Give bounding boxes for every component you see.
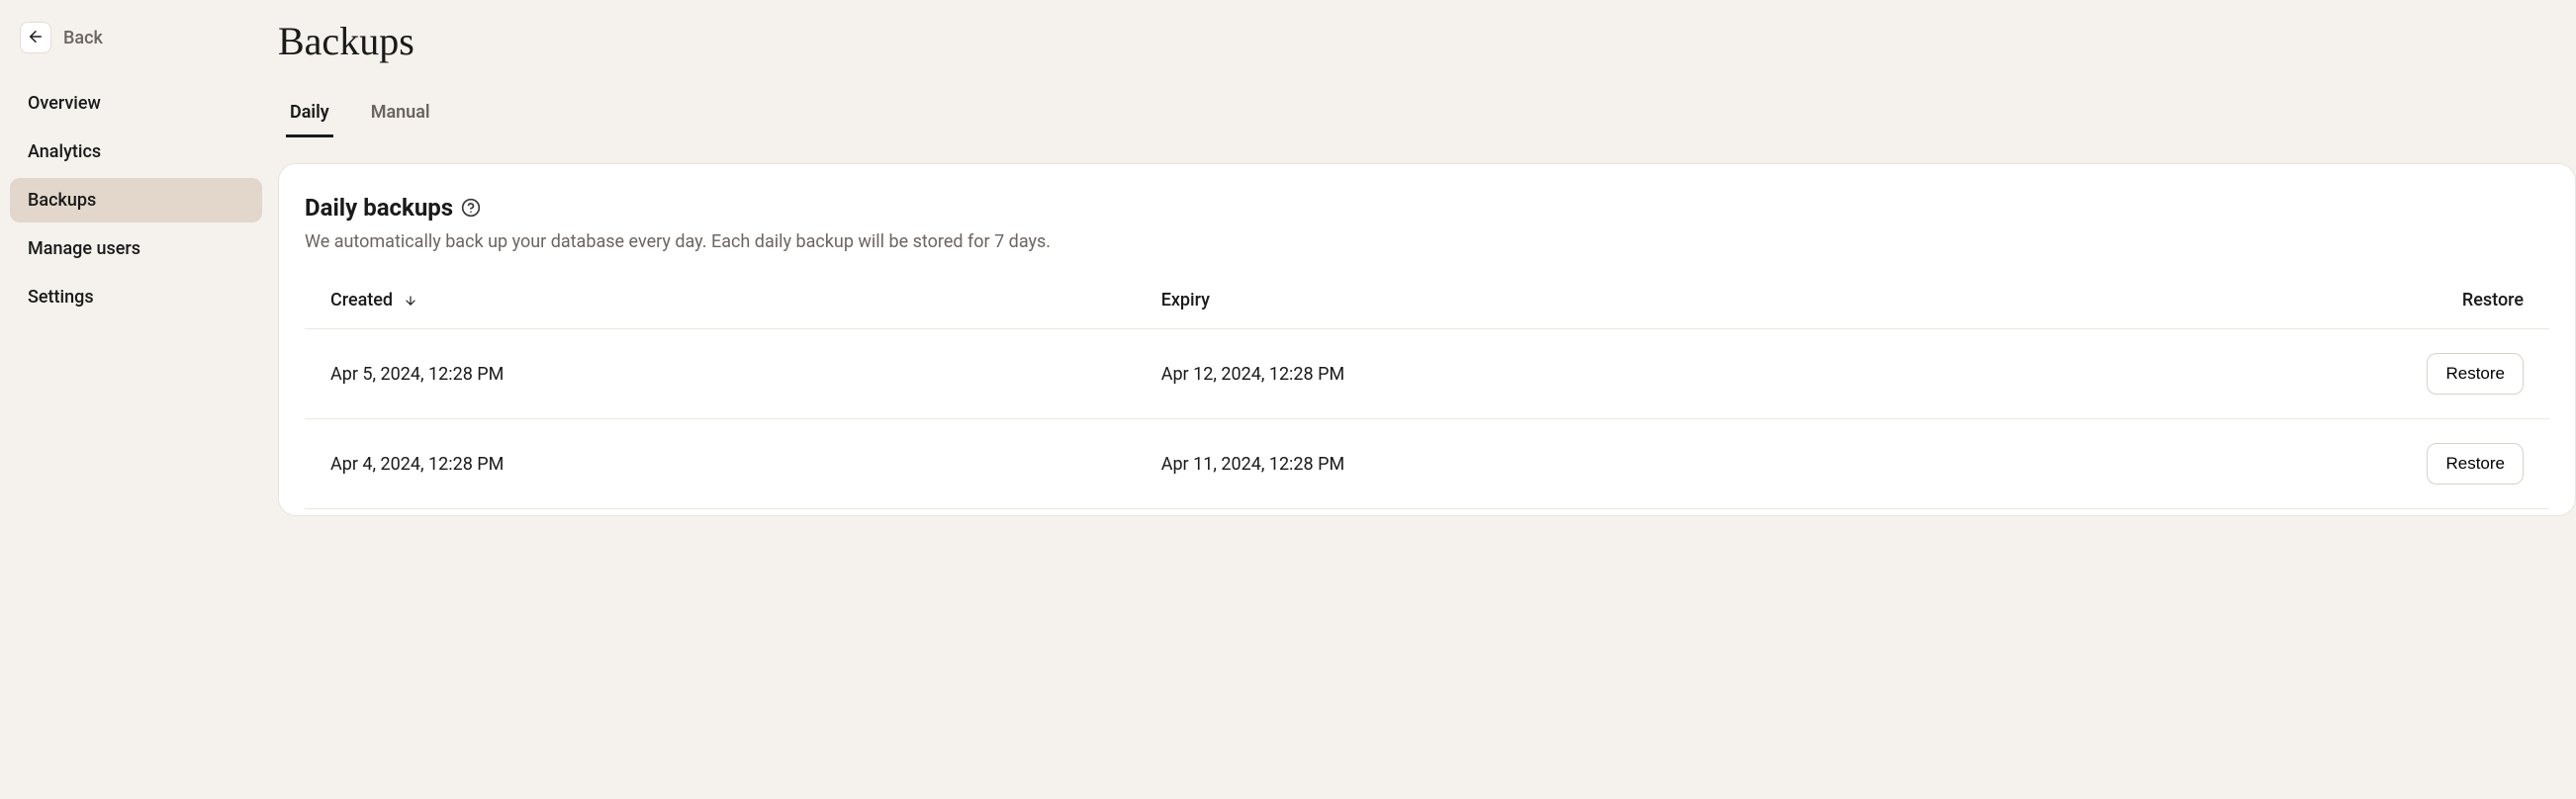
arrow-left-icon [27, 28, 45, 48]
sidebar: Back Overview Analytics Backups Manage u… [0, 0, 272, 799]
main-content: Backups Daily Manual Daily backups We au… [272, 0, 2576, 799]
nav-list: Overview Analytics Backups Manage users … [10, 81, 262, 319]
column-header-expiry-label: Expiry [1161, 290, 1210, 311]
tab-manual[interactable]: Manual [367, 96, 434, 137]
table-row: Apr 4, 2024, 12:28 PM Apr 11, 2024, 12:2… [305, 419, 2549, 509]
column-header-created-label: Created [330, 290, 393, 311]
nav-item-backups[interactable]: Backups [10, 178, 262, 222]
restore-button[interactable]: Restore [2427, 443, 2524, 485]
nav-item-settings[interactable]: Settings [10, 275, 262, 319]
cell-expiry: Apr 12, 2024, 12:28 PM [1136, 329, 2003, 419]
page-title: Backups [278, 18, 2576, 64]
back-button[interactable] [20, 22, 51, 53]
help-icon[interactable] [461, 198, 481, 218]
column-header-restore: Restore [2003, 278, 2549, 329]
panel-subtitle: We automatically back up your database e… [305, 231, 2549, 252]
column-header-expiry[interactable]: Expiry [1136, 278, 2003, 329]
nav-item-overview[interactable]: Overview [10, 81, 262, 126]
nav-item-manage-users[interactable]: Manage users [10, 226, 262, 271]
back-label[interactable]: Back [63, 28, 103, 48]
tab-daily[interactable]: Daily [286, 96, 333, 137]
nav-item-analytics[interactable]: Analytics [10, 130, 262, 174]
panel-title: Daily backups [305, 194, 453, 222]
backups-table: Created Expiry Restore [305, 278, 2549, 509]
cell-restore: Restore [2003, 419, 2549, 509]
cell-restore: Restore [2003, 329, 2549, 419]
daily-backups-panel: Daily backups We automatically back up y… [278, 163, 2576, 516]
column-header-restore-label: Restore [2462, 290, 2524, 311]
table-row: Apr 5, 2024, 12:28 PM Apr 12, 2024, 12:2… [305, 329, 2549, 419]
column-header-created[interactable]: Created [305, 278, 1136, 329]
cell-created: Apr 4, 2024, 12:28 PM [305, 419, 1136, 509]
tabs: Daily Manual [278, 96, 2576, 137]
arrow-down-icon [404, 294, 417, 308]
cell-expiry: Apr 11, 2024, 12:28 PM [1136, 419, 2003, 509]
cell-created: Apr 5, 2024, 12:28 PM [305, 329, 1136, 419]
restore-button[interactable]: Restore [2427, 353, 2524, 395]
